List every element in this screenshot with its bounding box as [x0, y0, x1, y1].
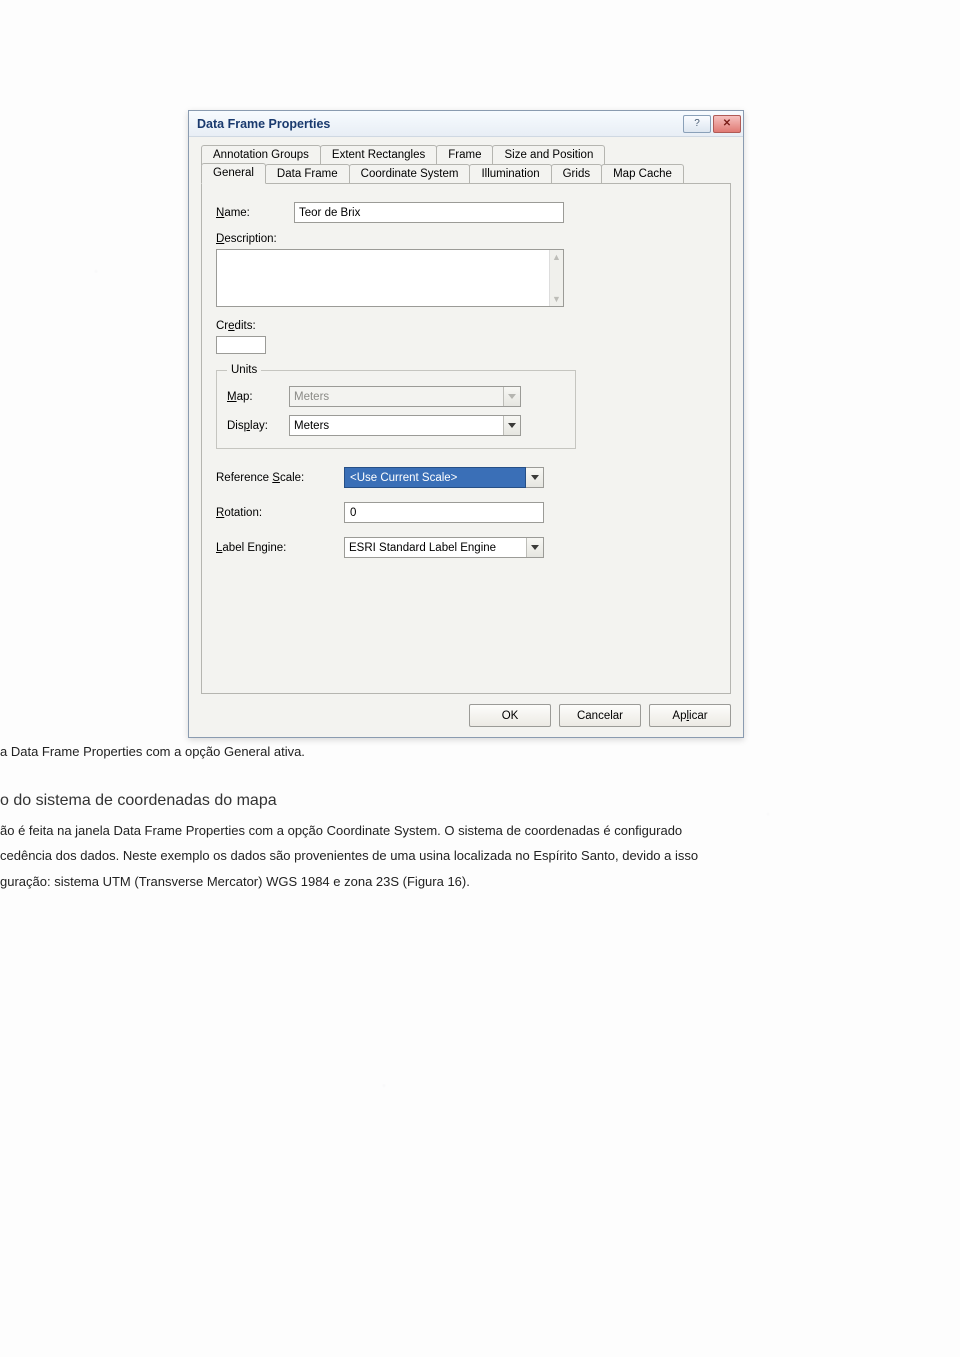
chevron-down-icon[interactable] — [526, 538, 543, 557]
rotation-row: Rotation: — [216, 502, 716, 523]
tab-size-and-position[interactable]: Size and Position — [492, 145, 605, 165]
scroll-down-icon: ▼ — [550, 292, 563, 306]
reference-scale-row: Reference Scale: <Use Current Scale> — [216, 467, 716, 488]
tab-data-frame[interactable]: Data Frame — [265, 164, 350, 184]
description-block: Description: ▲ ▼ — [216, 233, 716, 310]
reference-scale-combo[interactable]: <Use Current Scale> — [344, 467, 544, 488]
chevron-down-icon[interactable] — [526, 467, 544, 488]
dialog-body: Annotation Groups Extent Rectangles Fram… — [189, 137, 743, 737]
display-units-label: Display: — [227, 420, 289, 432]
body-paragraph: ão é feita na janela Data Frame Properti… — [0, 818, 960, 894]
units-group: Units Map: Meters Display: Meters — [216, 364, 576, 449]
name-label: Name: — [216, 207, 294, 219]
tab-panel-general: Name: Description: ▲ ▼ Credits: Units — [201, 183, 731, 694]
help-icon[interactable]: ? — [683, 115, 711, 133]
data-frame-properties-dialog: Data Frame Properties ? ✕ Annotation Gro… — [188, 110, 744, 738]
description-wrap: ▲ ▼ — [216, 249, 564, 307]
description-input[interactable] — [216, 249, 564, 307]
tabs-row-2: General Data Frame Coordinate System Ill… — [201, 163, 731, 184]
reference-scale-value: <Use Current Scale> — [344, 467, 526, 488]
close-icon[interactable]: ✕ — [713, 115, 741, 133]
textarea-scrollbar[interactable]: ▲ ▼ — [549, 250, 563, 306]
apply-button[interactable]: Aplicar — [649, 704, 731, 727]
rotation-input[interactable] — [344, 502, 544, 523]
tab-extent-rectangles[interactable]: Extent Rectangles — [320, 145, 437, 165]
tab-illumination[interactable]: Illumination — [469, 164, 551, 184]
titlebar: Data Frame Properties ? ✕ — [189, 111, 743, 137]
name-input[interactable] — [294, 202, 564, 223]
chevron-down-icon — [503, 387, 520, 406]
tab-coordinate-system[interactable]: Coordinate System — [349, 164, 471, 184]
figure-caption: a Data Frame Properties com a opção Gene… — [0, 742, 305, 762]
ok-button[interactable]: OK — [469, 704, 551, 727]
tabs-row-1: Annotation Groups Extent Rectangles Fram… — [201, 145, 731, 165]
display-units-row: Display: Meters — [227, 415, 565, 436]
map-units-value: Meters — [290, 391, 503, 403]
cancel-button[interactable]: Cancelar — [559, 704, 641, 727]
map-units-combo: Meters — [289, 386, 521, 407]
map-units-row: Map: Meters — [227, 386, 565, 407]
display-units-value: Meters — [290, 420, 503, 432]
label-engine-combo[interactable]: ESRI Standard Label Engine — [344, 537, 544, 558]
scroll-up-icon: ▲ — [550, 250, 563, 264]
titlebar-buttons: ? ✕ — [683, 115, 741, 133]
window-title: Data Frame Properties — [197, 117, 683, 131]
map-units-label: Map: — [227, 391, 289, 403]
units-legend: Units — [227, 364, 261, 376]
credits-block: Credits: — [216, 320, 716, 354]
credits-input[interactable] — [216, 336, 266, 354]
description-label: Description: — [216, 233, 716, 245]
tab-frame[interactable]: Frame — [436, 145, 493, 165]
tab-grids[interactable]: Grids — [551, 164, 602, 184]
display-units-combo[interactable]: Meters — [289, 415, 521, 436]
rotation-label: Rotation: — [216, 507, 344, 519]
dialog-button-bar: OK Cancelar Aplicar — [201, 694, 731, 727]
tab-annotation-groups[interactable]: Annotation Groups — [201, 145, 321, 165]
label-engine-label: Label Engine: — [216, 542, 344, 554]
tab-map-cache[interactable]: Map Cache — [601, 164, 684, 184]
name-row: Name: — [216, 202, 716, 223]
credits-label: Credits: — [216, 320, 716, 332]
label-engine-value: ESRI Standard Label Engine — [345, 542, 526, 554]
tab-general[interactable]: General — [201, 163, 266, 184]
section-heading: o do sistema de coordenadas do mapa — [0, 792, 277, 810]
label-engine-row: Label Engine: ESRI Standard Label Engine — [216, 537, 716, 558]
chevron-down-icon[interactable] — [503, 416, 520, 435]
reference-scale-label: Reference Scale: — [216, 472, 344, 484]
